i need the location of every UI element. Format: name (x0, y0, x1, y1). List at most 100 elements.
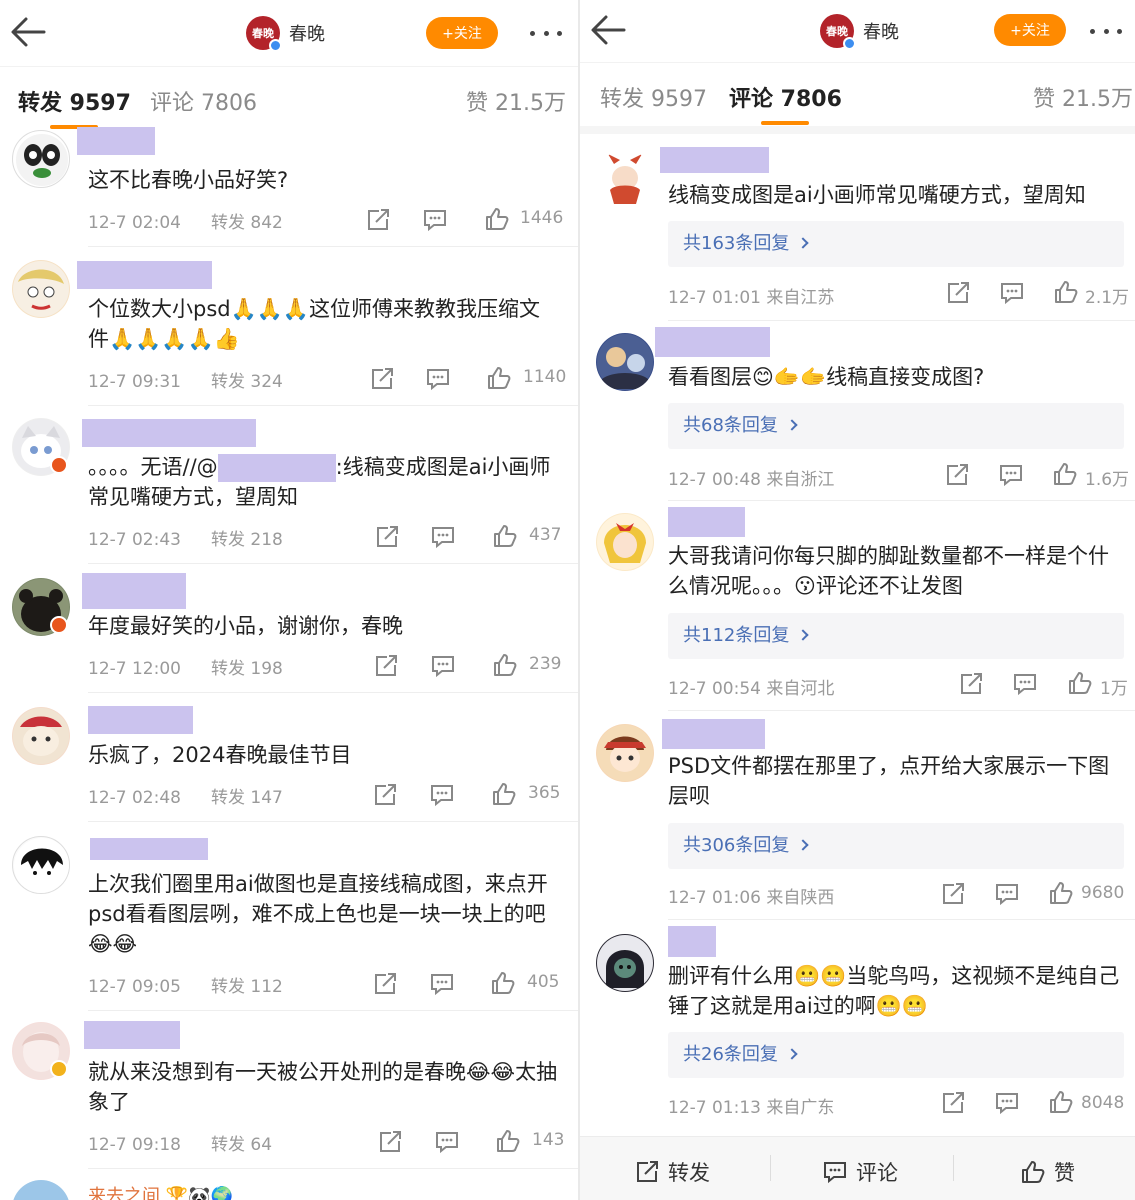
tab-comment[interactable]: 评论 7806 (150, 85, 257, 117)
share-icon[interactable] (372, 972, 398, 996)
comment-meta: 12-7 00:48 来自浙江 (668, 470, 835, 490)
divider (668, 500, 1135, 501)
like-icon[interactable] (490, 971, 516, 995)
comment-text: 删评有什么用😬😬当鸵鸟吗，这视频不是纯自己锤了这就是用ai过的啊😬😬 (668, 964, 1120, 1018)
like-icon[interactable] (495, 1129, 521, 1153)
chevron-right-icon (786, 419, 798, 431)
like-icon[interactable] (1053, 280, 1079, 304)
avatar[interactable] (12, 260, 70, 318)
back-arrow-icon[interactable] (588, 12, 628, 48)
like-icon[interactable] (484, 207, 510, 231)
like-icon[interactable] (1052, 462, 1078, 486)
account-header[interactable]: 春晚 春晚 (246, 16, 325, 52)
follow-button[interactable]: +关注 (426, 17, 498, 49)
tab-likes[interactable]: 赞 21.5万 (466, 85, 566, 117)
comment-meta: 12-7 00:54 来自河北 (668, 679, 835, 699)
like-button[interactable]: 赞 (1020, 1157, 1075, 1187)
more-icon[interactable] (1084, 16, 1128, 46)
like-icon[interactable] (1067, 671, 1093, 695)
tab-repost[interactable]: 转发 9597 (600, 81, 707, 113)
share-icon[interactable] (365, 208, 391, 232)
comment-icon[interactable] (429, 783, 455, 807)
share-icon[interactable] (940, 882, 966, 906)
share-icon[interactable] (377, 1130, 403, 1154)
like-icon[interactable] (491, 782, 517, 806)
repost-meta: 12-7 12:00 转发 198 (88, 659, 283, 679)
avatar[interactable] (12, 836, 70, 894)
comment-icon[interactable] (999, 281, 1025, 305)
like-icon[interactable] (492, 653, 518, 677)
share-icon[interactable] (372, 783, 398, 807)
avatar[interactable] (12, 130, 70, 188)
redacted-username (662, 719, 765, 749)
divider (88, 1010, 578, 1011)
repost-text: 乐疯了，2024春晚最佳节目 (88, 743, 352, 767)
reply-count-link[interactable]: 共68条回复 (668, 403, 1124, 449)
reply-count-link[interactable]: 共26条回复 (668, 1032, 1124, 1078)
tab-likes[interactable]: 赞 21.5万 (1033, 81, 1133, 113)
divider (668, 320, 1135, 321)
avatar[interactable] (596, 333, 654, 391)
repost-meta: 12-7 02:04 转发 842 (88, 213, 283, 233)
redacted-username (82, 419, 256, 447)
comment-icon[interactable] (434, 1130, 460, 1154)
comment-text: PSD文件都摆在那里了，点开给大家展示一下图层呗 (668, 754, 1110, 808)
comment-icon[interactable] (1012, 672, 1038, 696)
comment-icon[interactable] (430, 525, 456, 549)
comment-icon[interactable] (425, 367, 451, 391)
repost-button[interactable]: 转发 (634, 1157, 710, 1187)
comment-icon[interactable] (430, 654, 456, 678)
back-arrow-icon[interactable] (8, 14, 48, 50)
repost-text: 。。。。无语//@:线稿变成图是ai小画师常见嘴硬方式，望周知 (88, 454, 551, 509)
like-icon[interactable] (1048, 1090, 1074, 1114)
top-bar: 春晚 春晚 +关注 (580, 0, 1135, 66)
more-icon[interactable] (524, 18, 568, 48)
share-icon[interactable] (374, 525, 400, 549)
share-icon[interactable] (369, 367, 395, 391)
redacted-username (77, 261, 212, 289)
verified-icon (50, 616, 68, 634)
like-icon[interactable] (486, 366, 512, 390)
reply-count-link[interactable]: 共163条回复 (668, 221, 1124, 267)
like-count: 9680 (1081, 883, 1125, 903)
comment-icon[interactable] (994, 882, 1020, 906)
avatar[interactable] (12, 707, 70, 765)
divider (668, 710, 1135, 711)
repost-meta: 12-7 09:31 转发 324 (88, 372, 283, 392)
follow-button[interactable]: +关注 (994, 14, 1066, 46)
top-bar: 春晚 春晚 +关注 (0, 0, 578, 66)
like-count: 405 (527, 972, 560, 992)
comment-icon[interactable] (422, 208, 448, 232)
tab-repost[interactable]: 转发 9597 (18, 85, 131, 117)
avatar[interactable] (596, 934, 654, 992)
avatar[interactable] (596, 513, 654, 571)
like-icon[interactable] (492, 524, 518, 548)
username[interactable]: 来去之间 🏆🐼🌍 (88, 1182, 233, 1200)
bottom-action-bar: 转发 评论 赞 (580, 1136, 1135, 1200)
avatar[interactable] (596, 150, 654, 208)
share-icon[interactable] (940, 1091, 966, 1115)
reply-count-link[interactable]: 共112条回复 (668, 613, 1124, 659)
tab-bar: 转发 9597 评论 7806 赞 21.5万 (0, 66, 578, 130)
repost-text: 年度最好笑的小品，谢谢你，春晚 (88, 614, 403, 638)
chevron-right-icon (797, 629, 810, 641)
comment-text: 线稿变成图是ai小画师常见嘴硬方式，望周知 (668, 183, 1086, 207)
comment-icon[interactable] (998, 463, 1024, 487)
share-icon[interactable] (944, 463, 970, 487)
repost-meta: 12-7 02:43 转发 218 (88, 530, 283, 550)
comment-icon[interactable] (429, 972, 455, 996)
tab-comment[interactable]: 评论 7806 (729, 81, 842, 113)
avatar[interactable] (12, 1180, 70, 1200)
comment-text: 大哥我请问你每只脚的脚趾数量都不一样是个什么情况呢。。。😗评论还不让发图 (668, 544, 1109, 598)
comment-button[interactable]: 评论 (822, 1157, 898, 1187)
comment-icon[interactable] (994, 1091, 1020, 1115)
avatar[interactable] (596, 724, 654, 782)
share-icon[interactable] (373, 654, 399, 678)
share-icon[interactable] (945, 281, 971, 305)
account-header[interactable]: 春晚 春晚 (820, 14, 899, 50)
share-icon[interactable] (958, 672, 984, 696)
verified-icon (50, 456, 68, 474)
reply-count-link[interactable]: 共306条回复 (668, 823, 1124, 869)
like-icon[interactable] (1048, 881, 1074, 905)
comment-meta: 12-7 01:13 来自广东 (668, 1098, 835, 1118)
